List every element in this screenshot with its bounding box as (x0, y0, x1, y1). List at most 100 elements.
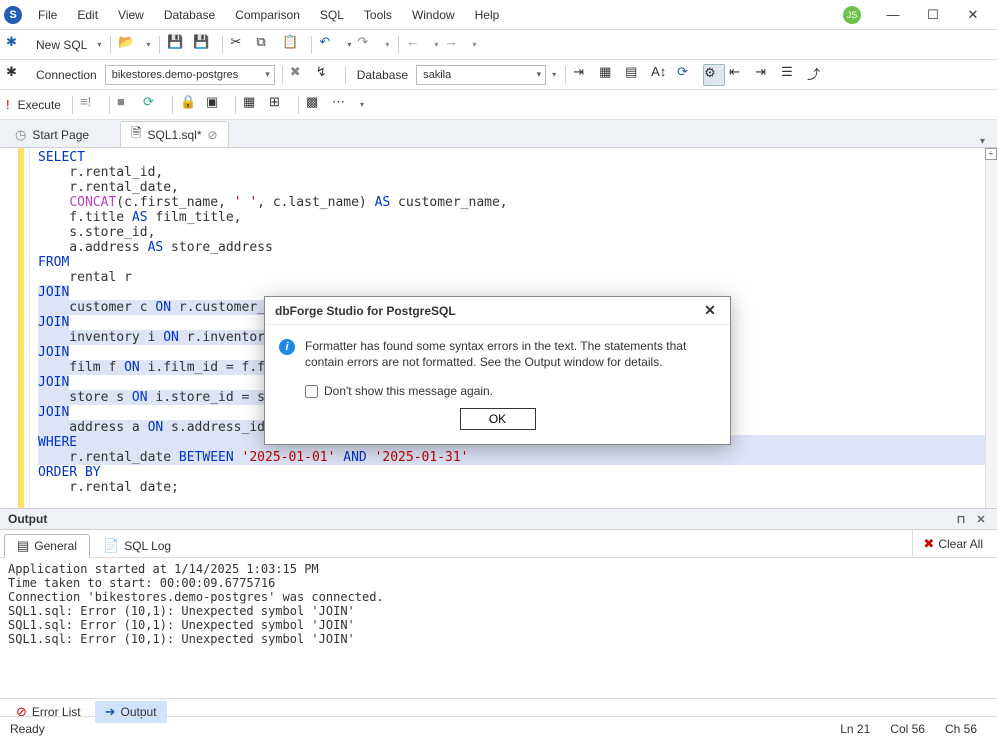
standard-toolbar: ✱ New SQL ▾ 📂 ▾ 💾 💾 ✂ ⧉ 📋 ↶ ▾ ↷ ▾ ← ▾ → … (0, 30, 997, 60)
align-left-icon[interactable]: ⇤ (729, 64, 751, 86)
status-col: Col 56 (880, 722, 935, 736)
output-text: Application started at 1/14/2025 1:03:15… (0, 558, 997, 698)
main-menu: File Edit View Database Comparison SQL T… (30, 4, 843, 26)
image-icon[interactable]: ▩ (306, 94, 328, 116)
clear-all-button[interactable]: ✖ Clear All (912, 530, 993, 557)
output-pin-icon[interactable]: ⊓ (953, 513, 969, 526)
dont-show-label: Don't show this message again. (324, 384, 493, 398)
cut-icon[interactable]: ✂ (230, 34, 252, 56)
align-right-icon[interactable]: ⇥ (755, 64, 777, 86)
execute-button[interactable]: Execute (14, 98, 65, 112)
connection-toolbar: ✱ Connection bikestores.demo-postgres ✖ … (0, 60, 997, 90)
maximize-button[interactable]: ☐ (913, 0, 953, 30)
start-page-icon: ◷ (15, 127, 26, 143)
nav-back-dropdown: ▾ (432, 40, 440, 49)
status-bar: Ready Ln 21 Col 56 Ch 56 (0, 716, 997, 740)
snippet-icon[interactable]: ▦ (599, 64, 621, 86)
open-dropdown[interactable]: ▾ (144, 40, 152, 49)
grid1-icon[interactable]: ▦ (243, 94, 265, 116)
new-connection-icon[interactable]: ✱ (6, 34, 28, 56)
menu-edit[interactable]: Edit (69, 4, 106, 26)
output-tab-general[interactable]: ▤ General (4, 534, 90, 558)
dont-show-checkbox[interactable] (305, 385, 318, 398)
paste-icon[interactable]: 📋 (282, 34, 304, 56)
menu-view[interactable]: View (110, 4, 152, 26)
db-dropdown[interactable]: ▾ (550, 70, 558, 79)
menu-tools[interactable]: Tools (356, 4, 400, 26)
output-panel-header: Output ⊓ ✕ (0, 508, 997, 530)
database-combo[interactable]: sakila (416, 65, 546, 85)
formatter-error-dialog: dbForge Studio for PostgreSQL ✕ i Format… (264, 296, 731, 445)
grid2-icon[interactable]: ⊞ (269, 94, 291, 116)
ok-button[interactable]: OK (460, 408, 536, 430)
output-close-icon[interactable]: ✕ (973, 513, 989, 526)
connection-label: Connection (32, 68, 101, 82)
sql-file-icon: 🗎 (131, 124, 141, 146)
split-box-icon[interactable]: ÷ (985, 148, 997, 160)
more-icon[interactable]: ⋯ (332, 94, 354, 116)
save-all-icon[interactable]: 💾 (193, 34, 215, 56)
indent-icon[interactable]: ⇥ (573, 64, 595, 86)
new-sql-dropdown[interactable]: ▾ (95, 40, 103, 49)
menu-comparison[interactable]: Comparison (227, 4, 308, 26)
document-tabs: ◷ Start Page 🗎 SQL1.sql* ⊘ ▾ (0, 120, 997, 148)
status-line: Ln 21 (830, 722, 880, 736)
tab-list-dropdown[interactable]: ▾ (972, 136, 993, 147)
list-icon[interactable]: ☰ (781, 64, 803, 86)
user-badge[interactable]: JS (843, 6, 861, 24)
menu-window[interactable]: Window (404, 4, 463, 26)
output-toolbar: ▤ General 📄 SQL Log ✖ Clear All (0, 530, 997, 558)
titlebar: S File Edit View Database Comparison SQL… (0, 0, 997, 30)
tab-start-page[interactable]: ◷ Start Page (4, 121, 100, 147)
editor-gutter (0, 148, 30, 508)
minimize-button[interactable]: — (873, 0, 913, 30)
dialog-title: dbForge Studio for PostgreSQL (275, 304, 456, 318)
menu-database[interactable]: Database (156, 4, 223, 26)
menu-file[interactable]: File (30, 4, 65, 26)
output-tab-sqllog-label: SQL Log (124, 539, 171, 553)
more-dropdown[interactable]: ▾ (358, 100, 366, 109)
refresh-exec-icon[interactable]: ⟳ (143, 94, 165, 116)
undo-dropdown[interactable]: ▾ (345, 40, 353, 49)
tab-close-icon[interactable]: ⊘ (208, 128, 218, 142)
comment-icon[interactable]: ▤ (625, 64, 647, 86)
dialog-message: Formatter has found some syntax errors i… (305, 339, 716, 370)
lock-icon[interactable]: 🔒 (180, 94, 202, 116)
dialog-close-icon[interactable]: ✕ (700, 302, 720, 319)
tab-sql1[interactable]: 🗎 SQL1.sql* ⊘ (120, 121, 229, 147)
nav-fwd-dropdown: ▾ (470, 40, 478, 49)
sqllog-icon: 📄 (103, 538, 119, 554)
refresh-icon[interactable]: ⟳ (677, 64, 699, 86)
clear-all-label: Clear All (938, 537, 983, 551)
database-label: Database (353, 68, 412, 82)
undo-icon[interactable]: ↶ (319, 34, 341, 56)
output-tab-sqllog[interactable]: 📄 SQL Log (90, 534, 184, 558)
conn-icon[interactable]: ✱ (6, 64, 28, 86)
case-icon[interactable]: A↕ (651, 64, 673, 86)
output-tab-general-label: General (34, 539, 77, 553)
app-logo-icon: S (4, 6, 22, 24)
output-title-label: Output (8, 512, 47, 526)
execute-icon[interactable]: ! (6, 97, 10, 112)
export-icon[interactable]: ⤴ (807, 64, 829, 86)
menu-sql[interactable]: SQL (312, 4, 352, 26)
info-icon: i (279, 339, 295, 355)
menu-help[interactable]: Help (467, 4, 508, 26)
redo-icon: ↷ (357, 34, 379, 56)
tab-sql1-label: SQL1.sql* (148, 128, 202, 142)
new-sql-button[interactable]: New SQL (32, 38, 91, 52)
open-file-icon[interactable]: 📂 (118, 34, 140, 56)
copy-icon[interactable]: ⧉ (256, 34, 278, 56)
editor-scrollbar[interactable]: ÷ (985, 148, 997, 508)
close-button[interactable]: ✕ (953, 0, 993, 30)
status-ch: Ch 56 (935, 722, 987, 736)
format-sql-icon[interactable]: ⚙ (703, 64, 725, 86)
nav-back-icon: ← (406, 34, 428, 56)
save-icon[interactable]: 💾 (167, 34, 189, 56)
conn-refresh-icon[interactable]: ↯ (316, 64, 338, 86)
conn-x-icon[interactable]: ✖ (290, 64, 312, 86)
connection-combo[interactable]: bikestores.demo-postgres (105, 65, 275, 85)
status-ready: Ready (10, 722, 45, 736)
box-icon[interactable]: ▣ (206, 94, 228, 116)
exec-script-icon[interactable]: ≡! (80, 94, 102, 116)
